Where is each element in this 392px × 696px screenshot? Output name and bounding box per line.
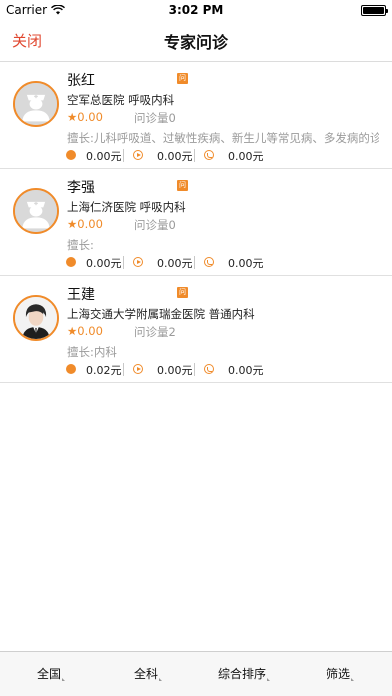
price-row: 0.00元 0.00元 0.00元 — [66, 149, 376, 163]
tab-filter[interactable]: 筛选 — [326, 665, 355, 682]
divider — [194, 256, 195, 269]
doctor-row[interactable]: 张红 问 空军总医院 呼吸内科 ★0.00 问诊量0 擅长:儿科呼吸道、过敏性疾… — [0, 62, 392, 169]
doctor-hospital: 空军总医院 呼吸内科 — [67, 93, 175, 107]
video-icon — [133, 257, 143, 267]
battery-icon — [361, 5, 388, 16]
page-title: 专家问诊 — [163, 33, 228, 52]
doctor-name: 张红 — [67, 73, 95, 89]
video-price: 0.00元 — [157, 150, 193, 163]
price-row: 0.00元 0.00元 0.00元 — [66, 256, 376, 270]
doctor-visit-count: 问诊量0 — [134, 111, 176, 125]
tab-sort-label: 综合排序 — [218, 667, 267, 681]
phone-icon — [204, 364, 214, 374]
default-doctor-avatar-icon — [13, 188, 59, 234]
doctor-rating: ★0.00 — [67, 217, 103, 231]
consult-tag-icon: 问 — [177, 73, 188, 84]
chat-icon — [66, 257, 76, 267]
tab-sort[interactable]: 综合排序 — [218, 665, 271, 682]
status-time: 3:02 PM — [168, 3, 224, 17]
chat-price: 0.02元 — [86, 364, 122, 377]
video-price: 0.00元 — [157, 364, 193, 377]
chat-price: 0.00元 — [86, 257, 122, 270]
chat-price: 0.00元 — [86, 150, 122, 163]
doctor-name: 王建 — [67, 287, 95, 303]
doctor-specialty: 擅长:儿科呼吸道、过敏性疾病、新生儿等常见病、多发病的诊治 — [67, 131, 379, 145]
phone-price: 0.00元 — [228, 364, 264, 377]
doctor-specialty: 擅长:内科 — [67, 345, 117, 359]
tab-region[interactable]: 全国 — [37, 665, 66, 682]
photo-avatar-icon — [13, 295, 59, 341]
video-icon — [133, 364, 143, 374]
phone-icon — [204, 257, 214, 267]
nav-bar: 关闭 专家问诊 — [0, 20, 392, 62]
chat-icon — [66, 364, 76, 374]
doctor-rating: ★0.00 — [67, 324, 103, 338]
phone-price: 0.00元 — [228, 257, 264, 270]
caret-icon — [62, 678, 66, 681]
doctor-visit-count: 问诊量2 — [134, 325, 176, 339]
tab-department-label: 全科 — [134, 667, 159, 681]
caret-icon — [351, 678, 355, 681]
price-row: 0.02元 0.00元 0.00元 — [66, 363, 376, 377]
caret-icon — [159, 678, 163, 681]
caret-icon — [267, 678, 271, 681]
doctor-name: 李强 — [67, 180, 95, 196]
video-icon — [133, 150, 143, 160]
divider — [123, 363, 124, 376]
consult-tag-icon: 问 — [177, 287, 188, 298]
doctor-row[interactable]: 王建 问 上海交通大学附属瑞金医院 普通内科 ★0.00 问诊量2 擅长:内科 … — [0, 276, 392, 383]
tab-region-label: 全国 — [37, 667, 62, 681]
consult-tag-icon: 问 — [177, 180, 188, 191]
tab-filter-label: 筛选 — [326, 667, 351, 681]
divider — [123, 149, 124, 162]
default-doctor-avatar-icon — [13, 81, 59, 127]
video-price: 0.00元 — [157, 257, 193, 270]
doctor-list: 张红 问 空军总医院 呼吸内科 ★0.00 问诊量0 擅长:儿科呼吸道、过敏性疾… — [0, 62, 392, 383]
filter-tab-bar: 全国 全科 综合排序 筛选 — [0, 651, 392, 696]
divider — [194, 149, 195, 162]
divider — [194, 363, 195, 376]
status-bar: Carrier 3:02 PM — [0, 0, 392, 20]
tab-department[interactable]: 全科 — [134, 665, 163, 682]
doctor-visit-count: 问诊量0 — [134, 218, 176, 232]
doctor-rating: ★0.00 — [67, 110, 103, 124]
doctor-hospital: 上海仁济医院 呼吸内科 — [67, 200, 186, 214]
doctor-specialty: 擅长: — [67, 238, 94, 252]
phone-price: 0.00元 — [228, 150, 264, 163]
doctor-row[interactable]: 李强 问 上海仁济医院 呼吸内科 ★0.00 问诊量0 擅长: 0.00元 0.… — [0, 169, 392, 276]
doctor-hospital: 上海交通大学附属瑞金医院 普通内科 — [67, 307, 255, 321]
phone-icon — [204, 150, 214, 160]
divider — [123, 256, 124, 269]
chat-icon — [66, 150, 76, 160]
